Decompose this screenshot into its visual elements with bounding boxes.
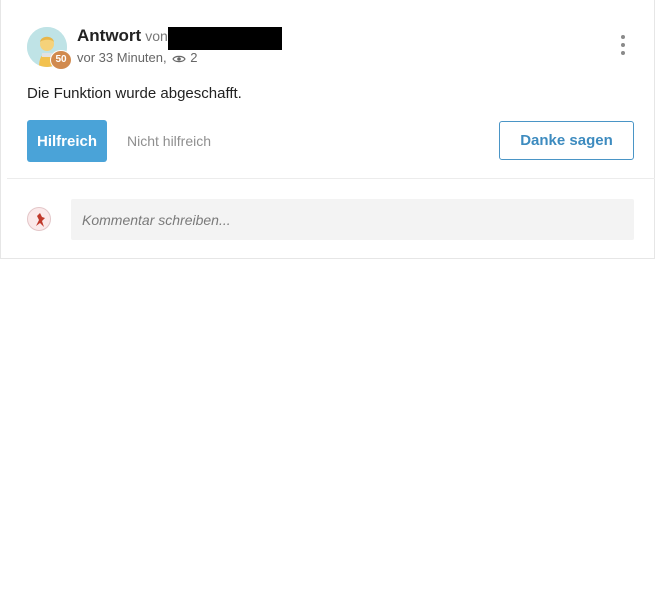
not-helpful-button[interactable]: Nicht hilfreich	[127, 120, 211, 162]
rank-badge: 50	[50, 50, 72, 70]
say-thanks-button[interactable]: Danke sagen	[499, 121, 634, 160]
answer-card: 50 Antwort von vor 33 Minuten, 2 Die Funk…	[0, 0, 655, 259]
post-time: vor 33 Minuten,	[77, 50, 167, 65]
author-avatar[interactable]: 50	[27, 27, 72, 70]
author-by-label: von	[145, 28, 168, 44]
comment-input[interactable]	[71, 199, 634, 240]
divider	[7, 178, 655, 179]
post-heading: Antwort von	[77, 26, 168, 48]
redacted-author-name	[168, 27, 282, 50]
more-vertical-icon[interactable]	[615, 35, 631, 61]
helpful-button[interactable]: Hilfreich	[27, 120, 107, 162]
post-meta: vor 33 Minuten, 2	[77, 50, 197, 67]
eye-icon	[172, 52, 186, 67]
current-user-avatar	[27, 207, 51, 231]
post-content: Die Funktion wurde abgeschafft.	[27, 85, 242, 102]
view-count: 2	[190, 50, 198, 65]
post-title: Antwort	[77, 26, 142, 45]
